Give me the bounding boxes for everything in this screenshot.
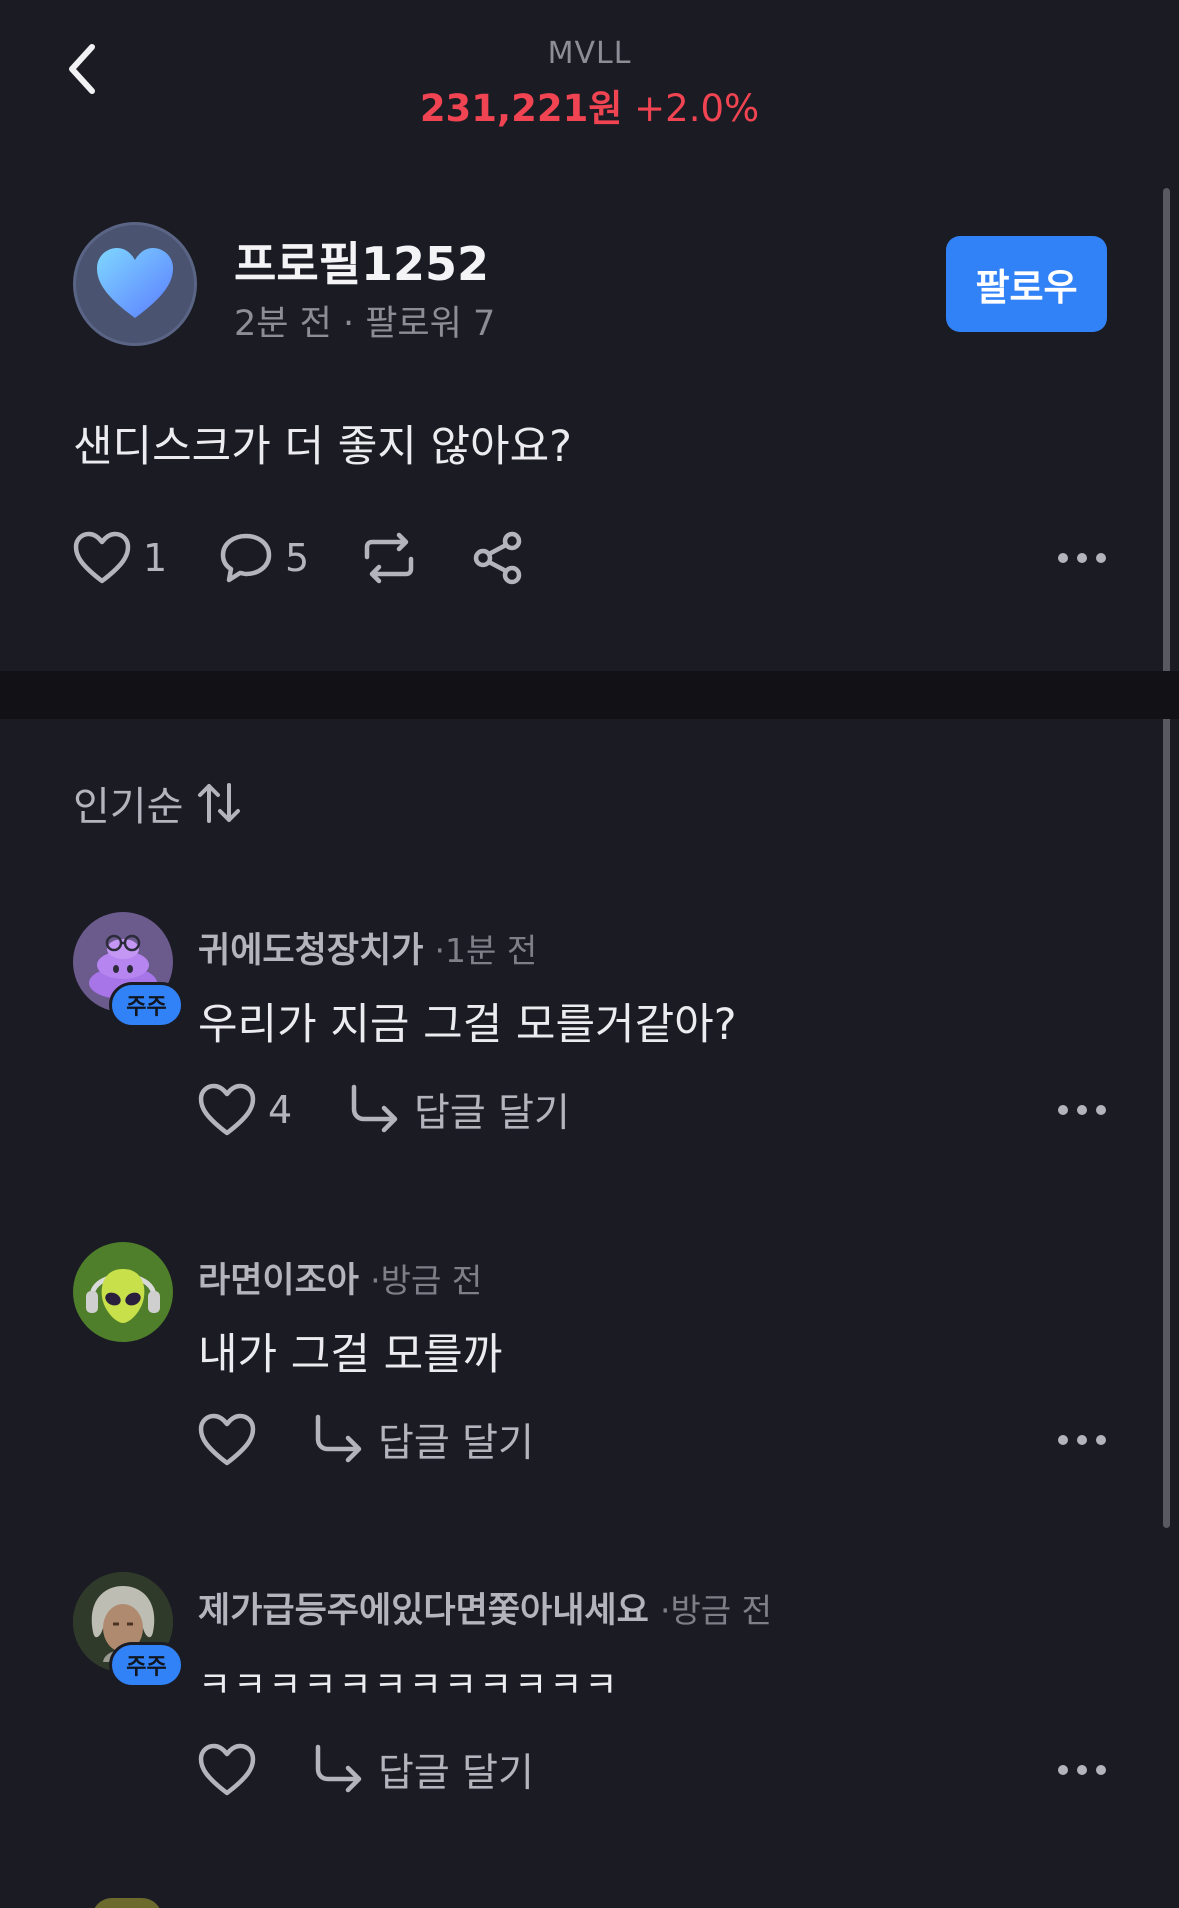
more-dot (1096, 1105, 1106, 1115)
shareholder-badge: 주주 (109, 1642, 184, 1688)
comment-actions: 4 답글 달기 (198, 1080, 1118, 1140)
sort-label: 인기순 (73, 784, 184, 830)
comment-text: 우리가 지금 그걸 모를거같아? (198, 1000, 737, 1050)
comment-author[interactable]: 라면이조아 (198, 1261, 359, 1301)
like-button[interactable]: 1 (73, 528, 167, 588)
meta-separator: · (342, 304, 355, 344)
more-dot (1077, 1765, 1087, 1775)
reply-arrow-icon (315, 1414, 362, 1463)
comment-more-button[interactable] (1052, 1090, 1112, 1130)
heart-outline-icon (198, 1083, 256, 1136)
comment-count: 5 (285, 536, 310, 580)
post-meta: 2분 전 · 팔로워 7 (234, 295, 495, 346)
comment-like-button[interactable] (198, 1410, 268, 1470)
post-author-name[interactable]: 프로필1252 (234, 228, 489, 294)
stock-ticker: MVLL (547, 36, 632, 71)
reply-label: 답글 달기 (378, 1751, 534, 1796)
more-dot (1077, 1105, 1087, 1115)
sort-arrows-icon (198, 783, 241, 823)
post-actions: 1 5 (73, 528, 1113, 588)
more-dot (1096, 553, 1106, 563)
comment-time: ·방금 전 (370, 1261, 483, 1300)
comment-header: 귀에도청장치가 ·1분 전 (198, 922, 537, 973)
reply-arrow-icon (315, 1744, 362, 1793)
reply-button[interactable]: 답글 달기 (312, 1740, 534, 1800)
heart-outline-icon (198, 1743, 256, 1796)
follower-count: 팔로워 7 (365, 304, 496, 344)
comment-avatar[interactable] (73, 1242, 173, 1342)
comment-button[interactable]: 5 (219, 528, 309, 588)
more-dot (1058, 553, 1068, 563)
author-avatar[interactable] (73, 222, 197, 346)
stock-price: 231,221원 (419, 87, 623, 130)
reply-label: 답글 달기 (414, 1091, 570, 1136)
follow-button[interactable]: 팔로우 (946, 236, 1107, 332)
stock-change: +2.0% (634, 87, 760, 130)
repost-icon (364, 532, 414, 584)
top-bar: MVLL 231,221원 +2.0% (0, 0, 1179, 150)
comment-actions: 답글 달기 (198, 1410, 1118, 1470)
blue-heart-icon (97, 248, 173, 318)
more-dot (1096, 1765, 1106, 1775)
more-dot (1077, 1435, 1087, 1445)
comment-more-button[interactable] (1052, 1750, 1112, 1790)
reply-button[interactable]: 답글 달기 (348, 1080, 570, 1140)
post-card: 프로필1252 2분 전 · 팔로워 7 팔로우 샌디스크가 더 좋지 않아요?… (0, 150, 1179, 670)
comment-header: 라면이조아 ·방금 전 (198, 1252, 482, 1303)
shareholder-badge: 주주 (109, 982, 184, 1028)
like-count: 1 (143, 536, 168, 580)
heart-outline-icon (198, 1413, 256, 1466)
speech-bubble-icon (220, 533, 272, 583)
post-time: 2분 전 (234, 304, 332, 344)
repost-button[interactable] (359, 528, 419, 588)
comment-like-button[interactable]: 4 (198, 1080, 292, 1140)
more-dot (1058, 1765, 1068, 1775)
comment-like-count: 4 (268, 1088, 293, 1132)
comment-author[interactable]: 귀에도청장치가 (198, 931, 423, 971)
comment-author[interactable]: 제가급등주에있다면쫓아내세요 (198, 1591, 649, 1631)
share-icon (473, 531, 522, 585)
reply-button[interactable]: 답글 달기 (312, 1410, 534, 1470)
comment-time: ·1분 전 (434, 931, 538, 970)
heart-outline-icon (73, 531, 131, 584)
post-body: 샌디스크가 더 좋지 않아요? (73, 422, 572, 472)
comment-actions: 답글 달기 (198, 1740, 1118, 1800)
reply-label: 답글 달기 (378, 1421, 534, 1466)
more-dot (1058, 1435, 1068, 1445)
comment-text: ㅋㅋㅋㅋㅋㅋㅋㅋㅋㅋㅋㅋ (198, 1665, 620, 1706)
post-more-button[interactable] (1052, 538, 1112, 578)
next-comment-avatar-peek (92, 1898, 162, 1908)
more-dot (1077, 553, 1087, 563)
comment-text: 내가 그걸 모를까 (198, 1330, 503, 1380)
comment-header: 제가급등주에있다면쫓아내세요 ·방금 전 (198, 1582, 772, 1633)
share-button[interactable] (471, 528, 525, 588)
more-dot (1096, 1435, 1106, 1445)
stock-price-line: 231,221원 +2.0% (0, 78, 1179, 132)
reply-arrow-icon (351, 1084, 398, 1133)
alien-headphones-icon (86, 1269, 160, 1323)
comment-more-button[interactable] (1052, 1420, 1112, 1460)
comment-like-button[interactable] (198, 1740, 268, 1800)
section-divider (0, 671, 1179, 719)
more-dot (1058, 1105, 1068, 1115)
sort-toggle[interactable]: 인기순 (73, 774, 243, 832)
comment-time: ·방금 전 (659, 1591, 773, 1630)
